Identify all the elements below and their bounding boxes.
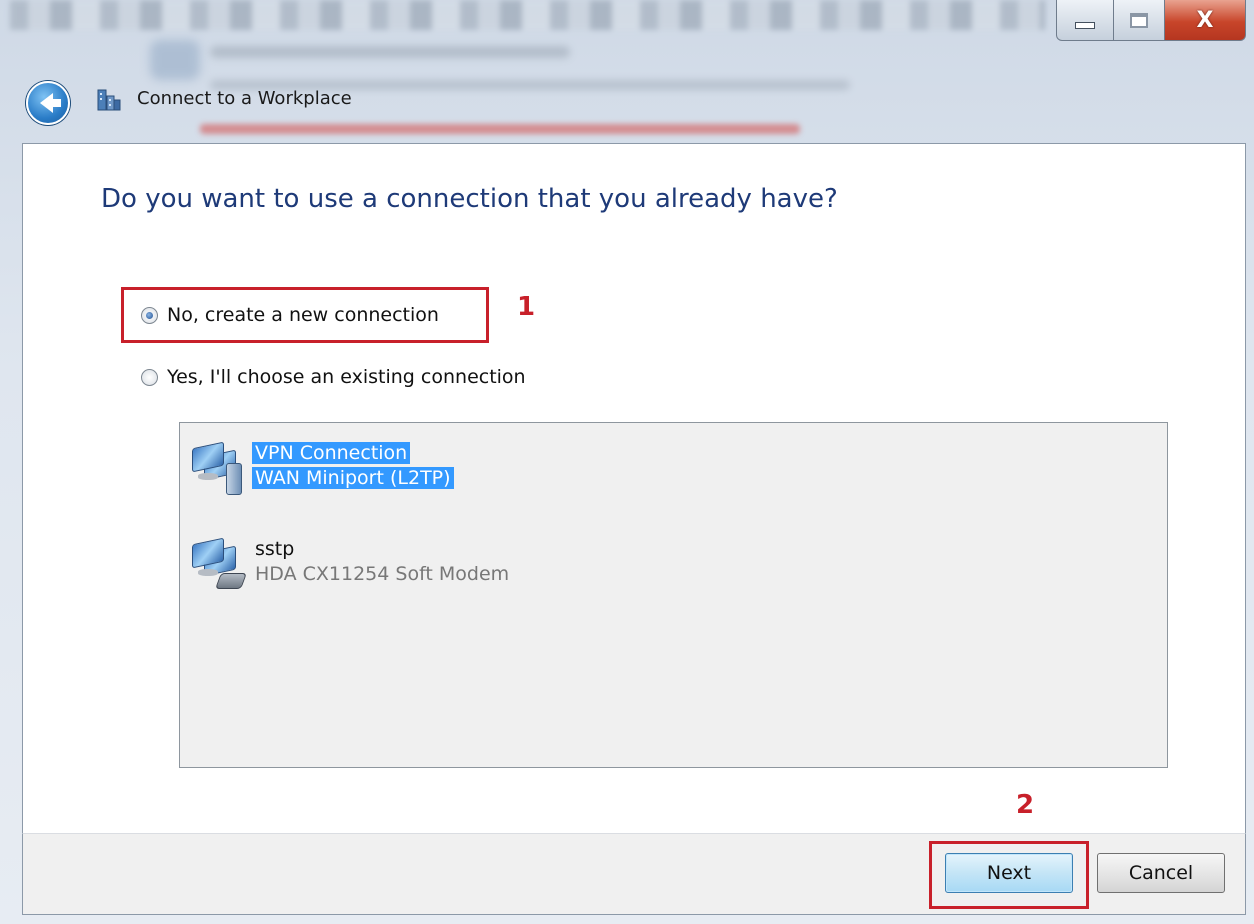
caption-buttons: X [1056, 0, 1246, 42]
minimize-button[interactable] [1056, 0, 1114, 41]
workplace-building-icon [97, 89, 121, 111]
window-title: Connect to a Workplace [137, 88, 352, 109]
connection-name: VPN Connection [252, 442, 411, 464]
list-item-text: VPN Connection WAN Miniport (L2TP) [252, 441, 454, 491]
radio-label: Yes, I'll choose an existing connection [167, 366, 526, 388]
maximize-icon [1130, 12, 1148, 28]
blurred-background-text [210, 46, 570, 58]
maximize-button[interactable] [1114, 0, 1165, 41]
vpn-network-icon [190, 441, 246, 499]
connection-device: HDA CX11254 Soft Modem [255, 563, 510, 585]
back-arrow-icon [39, 93, 61, 113]
blurred-background-icon [150, 40, 200, 80]
blurred-background-window [10, 0, 1045, 30]
next-button[interactable]: Next [945, 853, 1073, 893]
list-item[interactable]: sstp HDA CX11254 Soft Modem [190, 537, 509, 595]
radio-option-new-connection[interactable]: No, create a new connection [141, 304, 439, 326]
content-panel: Do you want to use a connection that you… [22, 143, 1246, 834]
annotation-step-2: 2 [1016, 790, 1035, 820]
connection-device: WAN Miniport (L2TP) [252, 467, 454, 489]
close-button[interactable]: X [1165, 0, 1246, 41]
connection-name: sstp [255, 538, 295, 560]
cancel-button[interactable]: Cancel [1097, 853, 1225, 893]
radio-button[interactable] [141, 306, 158, 324]
minimize-icon [1075, 21, 1095, 29]
page-heading: Do you want to use a connection that you… [101, 184, 838, 214]
back-button[interactable] [26, 81, 70, 125]
modem-network-icon [190, 537, 247, 595]
footer-bar: Next Cancel [22, 833, 1246, 915]
radio-label: No, create a new connection [167, 304, 439, 326]
blurred-background-highlight [200, 124, 800, 134]
radio-option-existing-connection[interactable]: Yes, I'll choose an existing connection [141, 366, 526, 388]
existing-connections-list[interactable]: VPN Connection WAN Miniport (L2TP) sstp … [179, 422, 1168, 768]
list-item-text: sstp HDA CX11254 Soft Modem [252, 537, 509, 587]
annotation-step-1: 1 [517, 292, 536, 322]
list-item[interactable]: VPN Connection WAN Miniport (L2TP) [190, 441, 454, 499]
radio-button[interactable] [141, 368, 158, 386]
close-icon: X [1196, 7, 1214, 33]
